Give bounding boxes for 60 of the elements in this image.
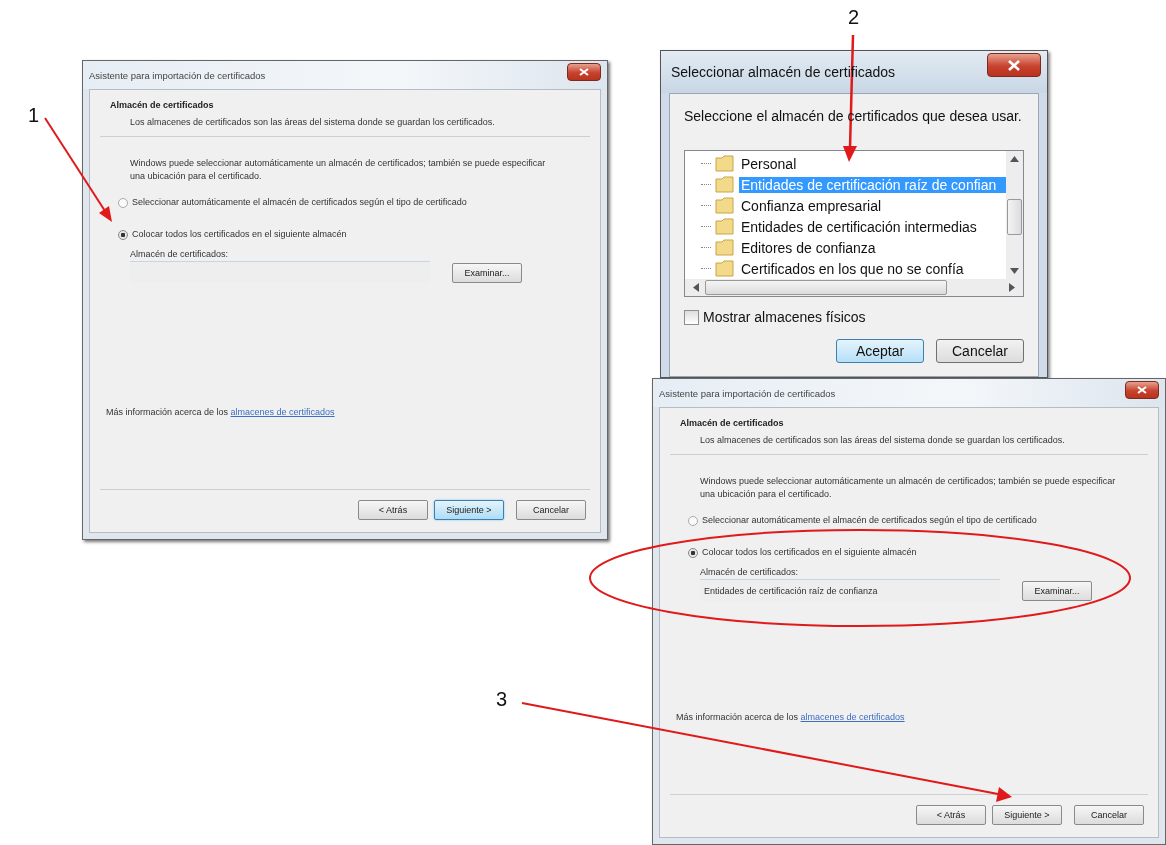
folder-icon [715,176,735,193]
close-button[interactable] [567,63,601,81]
instruction-text: Windows puede seleccionar automáticamente un almacén de certificados; también se puede especificar una ubicación para el certificado. [130,157,547,183]
window-title: Asistente para importación de certificados [659,387,836,399]
step-number: 2 [848,6,860,29]
radio-button[interactable] [688,548,698,559]
wizard-button[interactable]: Cancelar [1074,805,1144,825]
folder-icon [715,239,735,256]
folder-icon [715,218,735,235]
folder-icon [715,260,735,277]
wizard-button[interactable]: Siguiente > [992,805,1062,825]
step-number: 1 [28,104,40,127]
close-button[interactable] [987,53,1041,77]
option-label: Colocar todos los certificados en el siguiente almacén [132,228,348,241]
section-heading: Almacén de certificados [110,100,215,110]
radio-button[interactable] [688,516,698,527]
tree-item[interactable]: Editores de confianza [739,239,1006,256]
down-arrow-icon [1010,268,1019,274]
info-sentence: Más información acerca de los almacenes de certificados [106,407,336,417]
folder-icon [715,155,735,172]
tree-item[interactable]: Confianza empresarial [739,197,1006,214]
close-icon [1137,386,1147,394]
close-button[interactable] [1125,381,1159,399]
instruction-text: Windows puede seleccionar automáticamente un almacén de certificados; también se puede especificar una ubicación para el certificado. [700,475,1117,501]
dialog-button[interactable]: Cancelar [936,339,1024,363]
folder-icon [715,197,735,214]
tree-item[interactable]: Certificados en los que no se confía [739,260,1006,277]
info-sentence: Más información acerca de los almacenes de certificados [676,712,906,722]
left-arrow-icon [693,283,699,292]
right-arrow-icon [1009,283,1015,292]
dialog-button[interactable]: Aceptar [836,339,924,363]
store-link[interactable]: almacenes de certificados [230,407,335,417]
vertical-scrollbar[interactable] [1006,151,1023,279]
wizard-button[interactable]: Cancelar [516,500,586,520]
browse-button[interactable]: Examinar... [452,262,522,283]
section-description: Los almacenes de certificados son las áreas del sistema donde se guardan los certificados. [130,116,496,129]
wizard-button[interactable]: < Atrás [916,805,986,825]
step-number: 3 [496,688,508,711]
option-label: Seleccionar automáticamente el almacén de certificados según el tipo de certificado [702,514,1038,527]
checkbox[interactable] [684,309,699,325]
wizard-button[interactable]: < Atrás [358,500,428,520]
option-label: Colocar todos los certificados en el siguiente almacén [702,546,918,559]
section-description: Los almacenes de certificados son las áreas del sistema donde se guardan los certificados. [700,434,1066,447]
radio-button[interactable] [118,230,128,241]
section-heading: Almacén de certificados [680,418,785,428]
option-label: Seleccionar automáticamente el almacén de certificados según el tipo de certificado [132,196,468,209]
radio-button[interactable] [118,198,128,209]
field-label: Almacén de certificados: [130,248,230,259]
field-label: Almacén de certificados: [700,566,800,577]
wizard-button[interactable]: Siguiente > [434,500,504,520]
store-link[interactable]: almacenes de certificados [800,712,905,722]
up-arrow-icon [1010,156,1019,162]
tree-item[interactable]: Personal [739,155,1006,172]
tree-item[interactable]: Entidades de certificación intermedias [739,218,1006,235]
close-icon [1007,59,1021,71]
checkbox-label: Mostrar almacenes físicos [703,309,866,325]
browse-button[interactable]: Examinar... [1022,580,1092,601]
window-title: Asistente para importación de certificados [89,69,266,81]
close-icon [579,68,589,76]
horizontal-scrollbar[interactable] [685,279,1023,296]
